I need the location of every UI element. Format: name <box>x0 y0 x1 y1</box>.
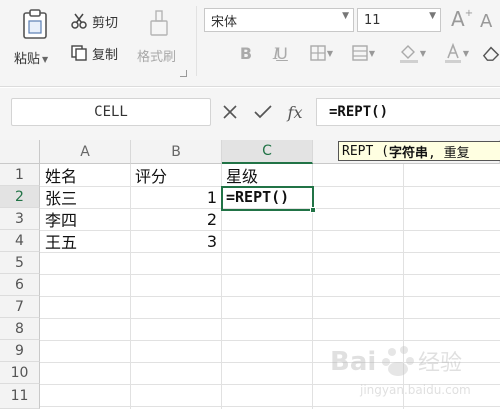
fx-label: fx <box>287 102 303 122</box>
cell-c1[interactable]: 星级 <box>222 164 312 186</box>
cell-c2[interactable]: =REPT() <box>222 186 312 208</box>
grid-line <box>312 164 313 409</box>
checkmark-icon <box>254 105 272 119</box>
grid-line <box>40 274 500 275</box>
font-name-select[interactable]: 宋体 ▼ <box>204 8 354 32</box>
grid-line <box>40 318 500 319</box>
cell-b2[interactable]: 1 <box>131 186 221 208</box>
cut-label: 剪切 <box>92 15 119 31</box>
grow-font-icon: A <box>451 7 465 31</box>
clipboard-group-launcher[interactable] <box>180 70 187 77</box>
shrink-font-icon: A <box>480 10 493 32</box>
eraser-icon <box>482 46 500 61</box>
close-icon <box>223 105 237 119</box>
grid-line <box>40 296 500 297</box>
formula-input[interactable]: =REPT() <box>316 98 500 126</box>
bold-icon: B <box>239 43 253 63</box>
row-header-6[interactable]: 6 <box>0 274 40 296</box>
font-name-value: 宋体 <box>211 14 238 30</box>
paint-brush-icon <box>150 10 168 36</box>
insert-function-button[interactable]: fx <box>284 100 306 124</box>
select-all-corner[interactable] <box>0 140 40 164</box>
name-box[interactable]: CELL <box>11 98 211 126</box>
row-header-2[interactable]: 2 <box>0 186 40 208</box>
plus-icon: + <box>464 7 474 19</box>
cell-a4[interactable]: 王五 <box>41 230 130 252</box>
row-header-4[interactable]: 4 <box>0 230 40 252</box>
format-painter-button[interactable] <box>138 8 184 38</box>
font-size-select[interactable]: 11 ▼ <box>357 8 441 32</box>
font-color-button[interactable]: ▼ <box>438 42 474 64</box>
paste-label: 粘贴 <box>14 52 41 67</box>
ribbon: 粘贴 ▼ 剪切 复制 格式刷 宋体 ▼ 11 ▼ A + A B I U ▼ ▼… <box>0 0 500 87</box>
table-grid-icon <box>352 45 368 61</box>
svg-text:经验: 经验 <box>418 351 462 376</box>
row-header-7[interactable]: 7 <box>0 296 40 318</box>
clear-format-button[interactable] <box>482 42 500 64</box>
tooltip-current-arg: 字符串 <box>388 145 428 161</box>
column-header-a[interactable]: A <box>40 140 131 164</box>
paint-bucket-icon <box>399 45 418 63</box>
row-header-10[interactable]: 10 <box>0 362 40 384</box>
grow-font-button[interactable]: A + <box>451 7 474 31</box>
row-header-11[interactable]: 11 <box>0 384 40 409</box>
underline-icon: U <box>276 43 288 63</box>
row-header-3[interactable]: 3 <box>0 208 40 230</box>
column-header-b[interactable]: B <box>131 140 222 164</box>
chevron-down-icon: ▼ <box>419 48 427 58</box>
clipboard-icon <box>23 9 47 39</box>
baidu-logo-icon: Bai 经验 jingyan.baidu.com <box>330 346 471 397</box>
row-header-1[interactable]: 1 <box>0 164 40 186</box>
grid-line <box>40 406 500 407</box>
formula-bar: CELL fx =REPT() <box>0 88 500 140</box>
ribbon-divider <box>196 6 197 76</box>
svg-text:jingyan.baidu.com: jingyan.baidu.com <box>359 383 471 397</box>
baidu-watermark: Bai 经验 jingyan.baidu.com <box>330 340 495 400</box>
scissors-icon <box>71 13 87 29</box>
cell-b1[interactable]: 评分 <box>131 164 221 186</box>
fill-color-button[interactable]: ▼ <box>392 42 432 64</box>
tooltip-function: REPT ( <box>342 143 389 159</box>
cell-a2[interactable]: 张三 <box>41 186 130 208</box>
chevron-down-icon: ▼ <box>42 55 49 64</box>
column-header-c[interactable]: C <box>222 140 313 164</box>
function-hint-tooltip: REPT (字符串, 重复 <box>338 141 500 161</box>
cut-button[interactable]: 剪切 <box>70 10 118 32</box>
copy-button[interactable]: 复制 <box>70 42 118 64</box>
row-header-5[interactable]: 5 <box>0 252 40 274</box>
cell-a1[interactable]: 姓名 <box>41 164 130 186</box>
cancel-formula-button[interactable] <box>219 100 241 124</box>
font-color-icon <box>444 43 461 63</box>
format-painter-label: 格式刷 <box>137 49 177 65</box>
chevron-down-icon: ▼ <box>368 48 376 58</box>
row-header-8[interactable]: 8 <box>0 318 40 340</box>
cell-a3[interactable]: 李四 <box>41 208 130 230</box>
confirm-formula-button[interactable] <box>252 100 274 124</box>
paste-button[interactable]: 粘贴 ▼ <box>10 4 60 70</box>
copy-icon <box>71 45 87 61</box>
chevron-down-icon: ▼ <box>462 48 470 58</box>
borders-icon <box>310 45 326 61</box>
chevron-down-icon: ▼ <box>342 11 349 21</box>
fill-handle[interactable] <box>310 207 316 213</box>
svg-text:Bai: Bai <box>330 347 376 377</box>
cell-style-button[interactable]: ▼ <box>346 42 380 64</box>
shrink-font-button[interactable]: A <box>480 10 492 32</box>
cell-b4[interactable]: 3 <box>131 230 221 252</box>
copy-label: 复制 <box>92 47 119 63</box>
underline-button[interactable]: U <box>272 42 292 64</box>
chevron-down-icon: ▼ <box>429 11 436 21</box>
font-size-value: 11 <box>364 12 381 28</box>
row-header-9[interactable]: 9 <box>0 340 40 362</box>
borders-button[interactable]: ▼ <box>304 42 338 64</box>
tooltip-rest: , 重复 <box>427 145 470 161</box>
cell-b3[interactable]: 2 <box>131 208 221 230</box>
chevron-down-icon: ▼ <box>326 48 334 58</box>
bold-button[interactable]: B <box>236 42 256 64</box>
grid-line <box>40 252 500 253</box>
